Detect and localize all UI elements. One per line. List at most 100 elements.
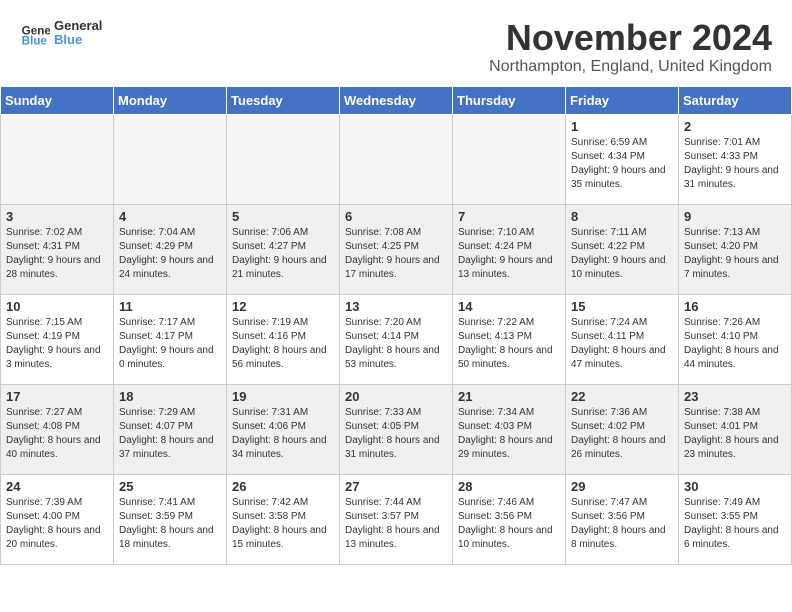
calendar-cell: 26Sunrise: 7:42 AM Sunset: 3:58 PM Dayli… bbox=[227, 474, 340, 564]
day-info: Sunrise: 7:01 AM Sunset: 4:33 PM Dayligh… bbox=[684, 136, 786, 192]
day-number: 29 bbox=[571, 479, 673, 494]
calendar-cell: 28 Sunrise: 7:46 AM Sunset: 3:56 PM Dayli… bbox=[453, 474, 566, 564]
day-number: 2 bbox=[684, 119, 786, 134]
calendar-cell: 15 Sunrise: 7:24 AM Sunset: 4:11 PM Dayli… bbox=[566, 294, 679, 384]
day-info: Sunrise: 7:46 AM Sunset: 3:56 PM Dayligh… bbox=[458, 496, 560, 552]
page-header: General Blue General Blue November 2024 … bbox=[0, 0, 792, 86]
day-info: Sunrise: 7:13 AM Sunset: 4:20 PM Dayligh… bbox=[684, 226, 786, 282]
day-number: 9 bbox=[684, 209, 786, 224]
calendar-cell: 4Sunrise: 7:04 AM Sunset: 4:29 PM Daylig… bbox=[114, 204, 227, 294]
logo-blue: Blue bbox=[54, 33, 102, 47]
logo: General Blue General Blue bbox=[20, 18, 102, 48]
calendar-cell: 24Sunrise: 7:39 AM Sunset: 4:00 PM Dayli… bbox=[1, 474, 114, 564]
day-number: 7 bbox=[458, 209, 560, 224]
day-info: Sunrise: 7:06 AM Sunset: 4:27 PM Dayligh… bbox=[232, 226, 334, 282]
calendar-cell: 21 Sunrise: 7:34 AM Sunset: 4:03 PM Dayli… bbox=[453, 384, 566, 474]
calendar-cell: 10 Sunrise: 7:15 AM Sunset: 4:19 PM Dayli… bbox=[1, 294, 114, 384]
calendar-cell: 5 Sunrise: 7:06 AM Sunset: 4:27 PM Daylig… bbox=[227, 204, 340, 294]
day-number: 23 bbox=[684, 389, 786, 404]
day-number: 20 bbox=[345, 389, 447, 404]
day-info: Sunrise: 7:33 AM Sunset: 4:05 PM Dayligh… bbox=[345, 406, 447, 462]
month-title: November 2024 bbox=[489, 18, 772, 58]
day-info: Sunrise: 7:44 AM Sunset: 3:57 PM Dayligh… bbox=[345, 496, 447, 552]
calendar-cell: 29 Sunrise: 7:47 AM Sunset: 3:56 PM Dayli… bbox=[566, 474, 679, 564]
calendar-cell: 19 Sunrise: 7:31 AM Sunset: 4:06 PM Dayli… bbox=[227, 384, 340, 474]
location: Northampton, England, United Kingdom bbox=[489, 58, 772, 76]
day-number: 8 bbox=[571, 209, 673, 224]
day-number: 30 bbox=[684, 479, 786, 494]
day-number: 21 bbox=[458, 389, 560, 404]
day-info: Sunrise: 7:24 AM Sunset: 4:11 PM Dayligh… bbox=[571, 316, 673, 372]
weekday-header-friday: Friday bbox=[566, 86, 679, 114]
day-number: 17 bbox=[6, 389, 108, 404]
calendar-cell bbox=[1, 114, 114, 204]
calendar-week-row: 1 Sunrise: 6:59 AM Sunset: 4:34 PM Daylig… bbox=[1, 114, 792, 204]
day-number: 25 bbox=[119, 479, 221, 494]
day-number: 27 bbox=[345, 479, 447, 494]
day-info: Sunrise: 7:39 AM Sunset: 4:00 PM Dayligh… bbox=[6, 496, 108, 552]
calendar-cell: 25 Sunrise: 7:41 AM Sunset: 3:59 PM Dayli… bbox=[114, 474, 227, 564]
day-info: Sunrise: 7:04 AM Sunset: 4:29 PM Dayligh… bbox=[119, 226, 221, 282]
day-info: Sunrise: 7:19 AM Sunset: 4:16 PM Dayligh… bbox=[232, 316, 334, 372]
day-number: 1 bbox=[571, 119, 673, 134]
calendar-week-row: 10 Sunrise: 7:15 AM Sunset: 4:19 PM Dayli… bbox=[1, 294, 792, 384]
calendar-cell bbox=[114, 114, 227, 204]
weekday-header-thursday: Thursday bbox=[453, 86, 566, 114]
day-number: 16 bbox=[684, 299, 786, 314]
calendar-cell: 13Sunrise: 7:20 AM Sunset: 4:14 PM Dayli… bbox=[340, 294, 453, 384]
calendar-cell: 23 Sunrise: 7:38 AM Sunset: 4:01 PM Dayli… bbox=[679, 384, 792, 474]
day-number: 5 bbox=[232, 209, 334, 224]
day-number: 28 bbox=[458, 479, 560, 494]
calendar-cell: 11 Sunrise: 7:17 AM Sunset: 4:17 PM Dayli… bbox=[114, 294, 227, 384]
day-number: 13 bbox=[345, 299, 447, 314]
calendar-cell: 30Sunrise: 7:49 AM Sunset: 3:55 PM Dayli… bbox=[679, 474, 792, 564]
calendar-week-row: 24Sunrise: 7:39 AM Sunset: 4:00 PM Dayli… bbox=[1, 474, 792, 564]
calendar-cell: 27 Sunrise: 7:44 AM Sunset: 3:57 PM Dayli… bbox=[340, 474, 453, 564]
day-number: 11 bbox=[119, 299, 221, 314]
calendar-cell: 12 Sunrise: 7:19 AM Sunset: 4:16 PM Dayli… bbox=[227, 294, 340, 384]
calendar-cell bbox=[340, 114, 453, 204]
day-info: Sunrise: 7:34 AM Sunset: 4:03 PM Dayligh… bbox=[458, 406, 560, 462]
day-info: Sunrise: 7:47 AM Sunset: 3:56 PM Dayligh… bbox=[571, 496, 673, 552]
logo-general: General bbox=[54, 19, 102, 33]
weekday-header-sunday: Sunday bbox=[1, 86, 114, 114]
calendar-cell: 7 Sunrise: 7:10 AM Sunset: 4:24 PM Daylig… bbox=[453, 204, 566, 294]
calendar-cell: 20 Sunrise: 7:33 AM Sunset: 4:05 PM Dayli… bbox=[340, 384, 453, 474]
title-block: November 2024 Northampton, England, Unit… bbox=[489, 18, 772, 76]
day-number: 3 bbox=[6, 209, 108, 224]
day-number: 12 bbox=[232, 299, 334, 314]
calendar-cell: 3Sunrise: 7:02 AM Sunset: 4:31 PM Daylig… bbox=[1, 204, 114, 294]
day-info: Sunrise: 7:17 AM Sunset: 4:17 PM Dayligh… bbox=[119, 316, 221, 372]
weekday-header-saturday: Saturday bbox=[679, 86, 792, 114]
day-info: Sunrise: 7:36 AM Sunset: 4:02 PM Dayligh… bbox=[571, 406, 673, 462]
day-info: Sunrise: 7:22 AM Sunset: 4:13 PM Dayligh… bbox=[458, 316, 560, 372]
day-number: 18 bbox=[119, 389, 221, 404]
day-info: Sunrise: 7:08 AM Sunset: 4:25 PM Dayligh… bbox=[345, 226, 447, 282]
day-info: Sunrise: 6:59 AM Sunset: 4:34 PM Dayligh… bbox=[571, 136, 673, 192]
day-info: Sunrise: 7:11 AM Sunset: 4:22 PM Dayligh… bbox=[571, 226, 673, 282]
calendar-cell: 1 Sunrise: 6:59 AM Sunset: 4:34 PM Daylig… bbox=[566, 114, 679, 204]
day-info: Sunrise: 7:42 AM Sunset: 3:58 PM Dayligh… bbox=[232, 496, 334, 552]
day-number: 19 bbox=[232, 389, 334, 404]
calendar-cell: 16 Sunrise: 7:26 AM Sunset: 4:10 PM Dayli… bbox=[679, 294, 792, 384]
day-number: 6 bbox=[345, 209, 447, 224]
day-info: Sunrise: 7:26 AM Sunset: 4:10 PM Dayligh… bbox=[684, 316, 786, 372]
calendar-header-row: SundayMondayTuesdayWednesdayThursdayFrid… bbox=[1, 86, 792, 114]
calendar-week-row: 3Sunrise: 7:02 AM Sunset: 4:31 PM Daylig… bbox=[1, 204, 792, 294]
day-number: 15 bbox=[571, 299, 673, 314]
day-info: Sunrise: 7:31 AM Sunset: 4:06 PM Dayligh… bbox=[232, 406, 334, 462]
day-info: Sunrise: 7:15 AM Sunset: 4:19 PM Dayligh… bbox=[6, 316, 108, 372]
calendar-cell: 2 Sunrise: 7:01 AM Sunset: 4:33 PM Daylig… bbox=[679, 114, 792, 204]
day-info: Sunrise: 7:41 AM Sunset: 3:59 PM Dayligh… bbox=[119, 496, 221, 552]
calendar-cell: 6 Sunrise: 7:08 AM Sunset: 4:25 PM Daylig… bbox=[340, 204, 453, 294]
calendar-cell bbox=[227, 114, 340, 204]
day-number: 14 bbox=[458, 299, 560, 314]
day-number: 10 bbox=[6, 299, 108, 314]
day-info: Sunrise: 7:10 AM Sunset: 4:24 PM Dayligh… bbox=[458, 226, 560, 282]
calendar-table: SundayMondayTuesdayWednesdayThursdayFrid… bbox=[0, 86, 792, 565]
day-info: Sunrise: 7:38 AM Sunset: 4:01 PM Dayligh… bbox=[684, 406, 786, 462]
calendar-week-row: 17Sunrise: 7:27 AM Sunset: 4:08 PM Dayli… bbox=[1, 384, 792, 474]
calendar-cell: 17Sunrise: 7:27 AM Sunset: 4:08 PM Dayli… bbox=[1, 384, 114, 474]
day-number: 22 bbox=[571, 389, 673, 404]
calendar-cell: 22 Sunrise: 7:36 AM Sunset: 4:02 PM Dayli… bbox=[566, 384, 679, 474]
